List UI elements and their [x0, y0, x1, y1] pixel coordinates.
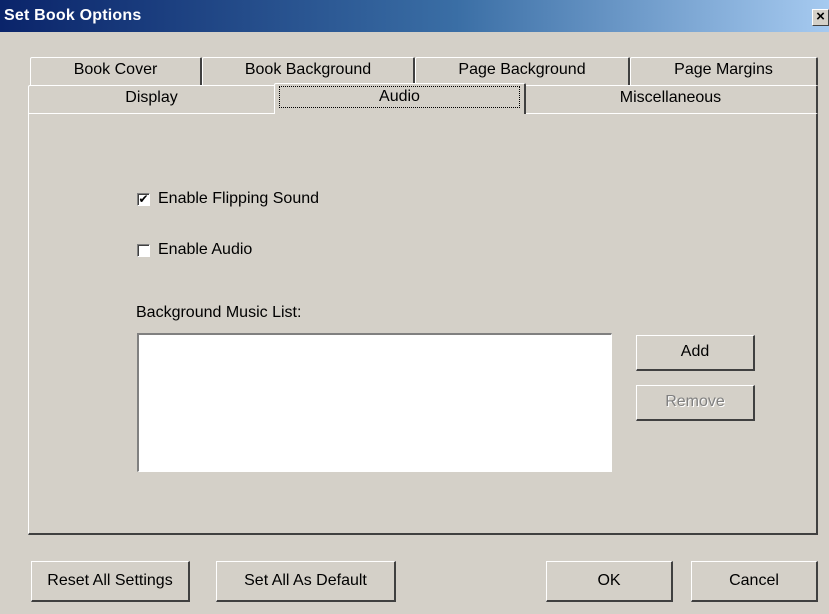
tab-audio[interactable]: Audio [274, 83, 526, 114]
ok-button[interactable]: OK [546, 561, 673, 602]
close-button[interactable]: × [812, 9, 829, 26]
add-button-label: Add [680, 343, 710, 360]
tab-display[interactable]: Display [28, 85, 276, 113]
tab-label: Page Background [458, 61, 586, 78]
set-all-as-default-button[interactable]: Set All As Default [216, 561, 396, 602]
flipping-sound-checkbox[interactable]: ✔ [137, 192, 150, 206]
remove-button[interactable]: Remove [636, 385, 755, 421]
music-list-label: Background Music List: [136, 304, 302, 321]
cancel-button[interactable]: Cancel [691, 561, 818, 602]
tab-page-background[interactable]: Page Background [415, 57, 630, 85]
add-button[interactable]: Add [636, 335, 755, 371]
reset-button-label: Reset All Settings [47, 572, 173, 589]
default-button-label: Set All As Default [244, 572, 367, 589]
remove-button-label: Remove [665, 393, 725, 410]
tab-label: Display [125, 89, 178, 106]
enable-audio-checkbox[interactable] [137, 243, 150, 257]
flipping-sound-option[interactable]: ✔ Enable Flipping Sound [137, 190, 319, 208]
cancel-button-label: Cancel [729, 572, 779, 589]
close-icon: × [816, 8, 825, 25]
tab-label: Page Margins [674, 61, 773, 78]
tab-page-margins[interactable]: Page Margins [630, 57, 818, 85]
tab-miscellaneous[interactable]: Miscellaneous [524, 85, 818, 113]
tab-label: Book Cover [73, 61, 158, 78]
ok-button-label: OK [597, 572, 621, 589]
tab-book-cover[interactable]: Book Cover [30, 57, 202, 85]
tab-label: Book Background [244, 61, 372, 78]
window-title: Set Book Options [4, 7, 142, 24]
tab-label: Audio [279, 86, 520, 108]
background-music-list[interactable] [137, 333, 612, 472]
tab-label: Miscellaneous [619, 89, 722, 106]
title-bar: Set Book Options × [0, 0, 829, 32]
enable-audio-option[interactable]: Enable Audio [137, 241, 252, 259]
tab-book-background[interactable]: Book Background [202, 57, 415, 85]
reset-all-settings-button[interactable]: Reset All Settings [31, 561, 190, 602]
enable-audio-label: Enable Audio [158, 241, 253, 258]
flipping-sound-label: Enable Flipping Sound [158, 190, 320, 207]
